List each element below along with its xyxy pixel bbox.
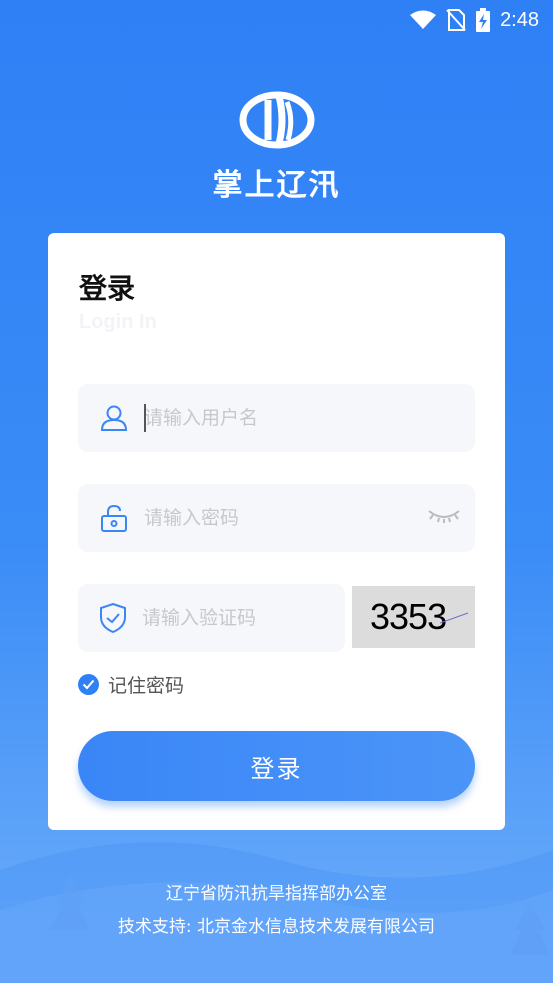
login-subtitle: Login In — [79, 311, 157, 333]
footer-support: 技术支持: 北京金水信息技术发展有限公司 — [117, 917, 436, 937]
text-cursor — [144, 404, 146, 432]
captcha-image[interactable]: 3353 — [352, 586, 475, 648]
user-icon — [98, 402, 130, 434]
status-time: 2:48 — [500, 8, 539, 31]
login-title: 登录 — [79, 272, 136, 305]
login-button[interactable]: 登录 — [78, 731, 475, 801]
app-title: 掌上辽汛 — [212, 168, 341, 203]
app-logo-icon — [239, 91, 314, 149]
remember-password[interactable]: 记住密码 — [78, 671, 184, 698]
battery-charging-icon — [476, 8, 491, 32]
username-input[interactable] — [144, 384, 475, 452]
captcha-noise-line — [440, 612, 469, 624]
captcha-field[interactable] — [78, 584, 385, 652]
wifi-icon — [410, 10, 437, 29]
shield-check-icon — [98, 602, 128, 634]
checkbox-checked-icon[interactable] — [78, 674, 99, 695]
eye-closed-icon[interactable] — [427, 506, 461, 530]
password-input[interactable] — [144, 484, 427, 552]
captcha-code: 3353 — [370, 596, 447, 637]
hills-background — [0, 842, 553, 983]
login-card: 登录 Login In 请输入用户名 请输入验证码 3353 记住密码 登录 — [48, 233, 505, 830]
status-bar: 2:48 — [0, 0, 553, 40]
app-header: 掌上辽汛 — [0, 90, 553, 204]
no-sim-icon — [446, 9, 466, 31]
footer-org: 辽宁省防汛抗旱指挥部办公室 — [166, 884, 387, 904]
captcha-input[interactable] — [142, 584, 385, 652]
remember-label: 记住密码 — [108, 675, 185, 697]
lock-icon — [98, 502, 130, 534]
username-field[interactable] — [78, 384, 475, 452]
password-field[interactable] — [78, 484, 475, 552]
